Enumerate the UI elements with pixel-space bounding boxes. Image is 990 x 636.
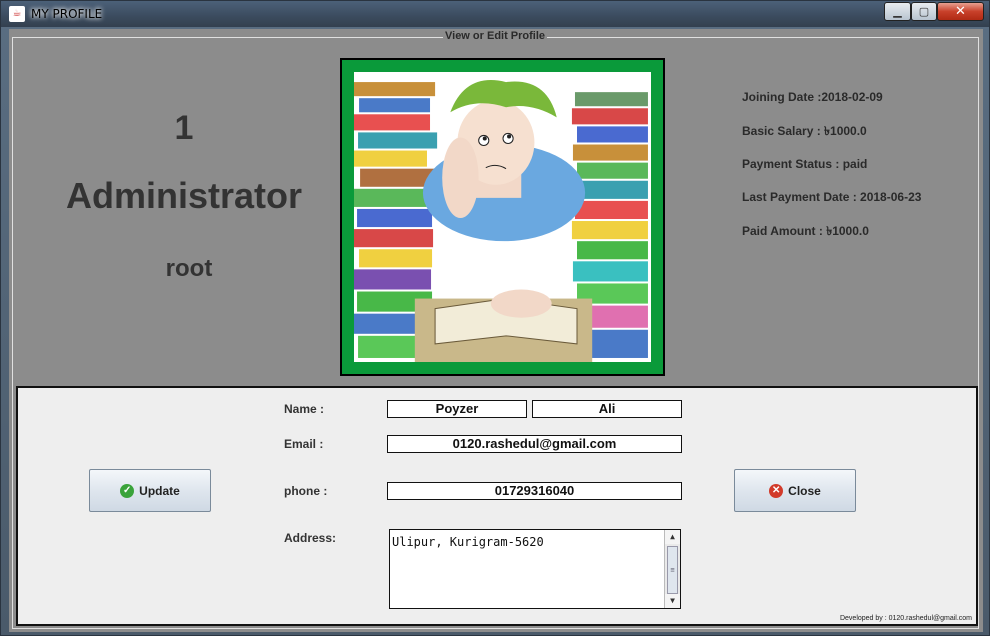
minimize-button[interactable]: ▁ [884, 2, 911, 21]
scroll-thumb[interactable]: ≡ [667, 546, 678, 594]
title-bar[interactable]: ☕ MY PROFILE ▁ ▢ ✕ [1, 1, 989, 27]
email-input[interactable]: 0120.rashedul@gmail.com [387, 435, 682, 453]
maximize-button[interactable]: ▢ [911, 2, 937, 21]
phone-input[interactable]: 01729316040 [387, 482, 682, 500]
cancel-icon: ✕ [769, 483, 784, 498]
joining-date: Joining Date :2018-02-09 [742, 90, 883, 104]
address-label: Address: [284, 531, 337, 545]
profile-photo-frame [340, 58, 665, 376]
name-label: Name : [284, 402, 325, 416]
scroll-up-icon[interactable]: ▲ [665, 530, 680, 544]
profile-photo [354, 72, 651, 362]
last-payment-date: Last Payment Date : 2018-06-23 [742, 190, 922, 204]
paid-amount: Paid Amount : ৳1000.0 [742, 224, 869, 238]
update-button-label: Update [139, 483, 180, 498]
check-icon: ✓ [120, 483, 135, 498]
basic-salary: Basic Salary : ৳1000.0 [742, 124, 867, 138]
close-window-button[interactable]: ✕ [937, 2, 984, 21]
edit-panel: Name : Poyzer Ali Email : 0120.rashedul@… [16, 386, 978, 626]
content-area: View or Edit Profile 1 Administrator roo… [9, 29, 983, 632]
address-textarea[interactable]: Ulipur, Kurigram-5620 ▲ ≡ ▼ [389, 529, 681, 609]
address-text: Ulipur, Kurigram-5620 [392, 535, 544, 549]
minimize-icon: ▁ [893, 5, 902, 18]
close-button-label: Close [788, 483, 821, 498]
phone-label: phone : [284, 484, 328, 498]
email-label: Email : [284, 437, 324, 451]
maximize-icon: ▢ [918, 5, 930, 18]
window-title: MY PROFILE [31, 7, 103, 21]
profile-username: root [165, 255, 213, 282]
update-button[interactable]: ✓ Update [89, 469, 211, 512]
address-scrollbar[interactable]: ▲ ≡ ▼ [664, 530, 680, 608]
payment-status: Payment Status : paid [742, 157, 868, 171]
close-button[interactable]: ✕ Close [734, 469, 856, 512]
last-name-input[interactable]: Ali [532, 400, 682, 418]
close-icon: ✕ [955, 4, 966, 19]
java-icon: ☕ [9, 6, 25, 22]
first-name-input[interactable]: Poyzer [387, 400, 527, 418]
profile-role: Administrator [65, 175, 303, 216]
window: ☕ MY PROFILE ▁ ▢ ✕ View or Edit Profile … [0, 0, 990, 636]
scroll-down-icon[interactable]: ▼ [665, 594, 680, 608]
developer-credit: Developed by : 0120.rashedul@gmail.com [839, 615, 972, 622]
profile-id: 1 [174, 109, 194, 147]
group-title: View or Edit Profile [443, 30, 548, 42]
